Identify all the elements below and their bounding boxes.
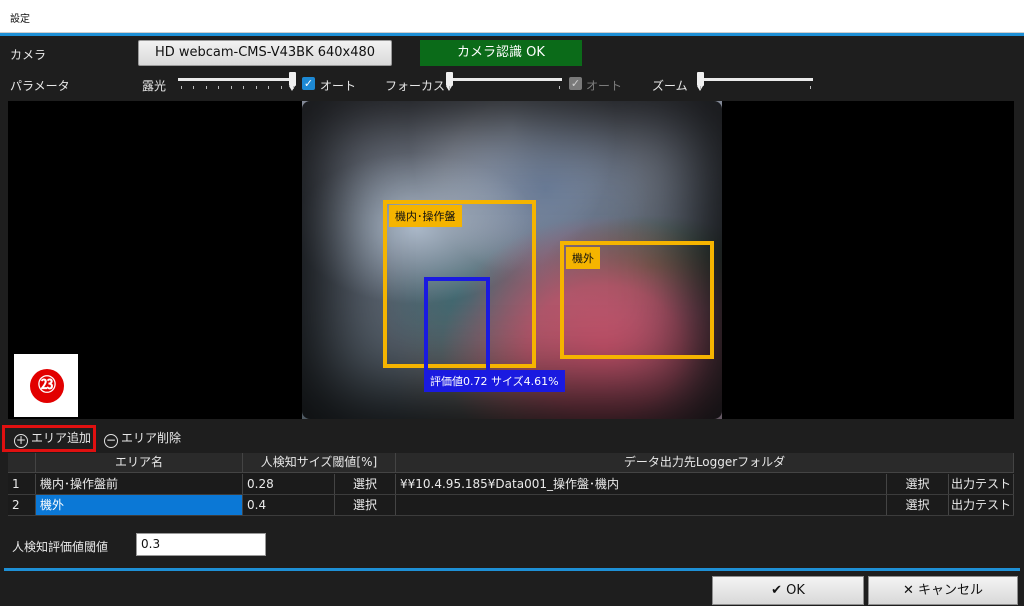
title-bar: 設定 (0, 0, 1024, 33)
row-number: 2 (8, 495, 36, 515)
remove-area-button[interactable]: − エリア削除 (102, 429, 181, 449)
slider-tick (700, 86, 701, 89)
step-number: ㉓ (30, 369, 64, 403)
slider-tick (206, 86, 207, 89)
threshold-select-button[interactable]: 選択 (335, 474, 396, 494)
slider-tick (218, 86, 219, 89)
slider-tick (193, 86, 194, 89)
zoom-label: ズーム (652, 79, 688, 93)
output-test-button[interactable]: 出力テスト (949, 474, 1014, 494)
slider-tick (268, 86, 269, 89)
accent-divider-bottom (4, 568, 1020, 571)
threshold-cell[interactable]: 0.28 (243, 474, 335, 494)
area-name-cell[interactable]: 機外 (36, 495, 243, 515)
zoom-slider-track (697, 78, 813, 81)
slider-tick (449, 86, 450, 89)
folder-select-button[interactable]: 選択 (887, 474, 949, 494)
table-row[interactable]: 2 機外 0.4 選択 選択 出力テスト (8, 495, 1014, 516)
eval-threshold-label: 人検知評価値閾値 (12, 540, 109, 554)
table-header-threshold[interactable]: 人検知サイズ閾値[%] (243, 453, 396, 473)
zoom-slider-thumb[interactable] (697, 72, 704, 91)
camera-device-button[interactable]: HD webcam-CMS-V43BK 640x480 (138, 40, 392, 66)
slider-tick (243, 86, 244, 89)
slider-tick (559, 86, 560, 89)
area-table: エリア名 人検知サイズ閾値[%] データ出力先Loggerフォルダ 1 機内･操… (8, 453, 1014, 516)
exposure-auto-checkbox[interactable]: ✓ (302, 77, 315, 90)
focus-slider[interactable] (446, 72, 562, 91)
ok-label: OK (786, 583, 805, 598)
logger-folder-cell[interactable] (396, 495, 887, 515)
accent-divider-top (0, 33, 1024, 36)
exposure-label: 露光 (142, 79, 167, 93)
area-label-outside: 機外 (566, 247, 600, 269)
x-icon: ✕ (902, 583, 914, 598)
threshold-select-button[interactable]: 選択 (335, 495, 396, 515)
slider-tick (181, 86, 182, 89)
step-number-badge: ㉓ (14, 354, 78, 417)
plus-circle-icon: + (14, 433, 28, 448)
row-number: 1 (8, 474, 36, 494)
slider-tick (293, 86, 294, 89)
exposure-slider-thumb[interactable] (289, 72, 296, 91)
area-label-machine-panel: 機内･操作盤 (389, 205, 462, 227)
ok-button[interactable]: ✔ OK (712, 576, 864, 605)
remove-area-label: エリア削除 (121, 431, 182, 445)
zoom-slider[interactable] (697, 72, 813, 91)
exposure-auto-label: オート (320, 79, 357, 93)
logger-folder-cell[interactable]: ¥¥10.4.95.185¥Data001_操作盤･機内 (396, 474, 887, 494)
cancel-label: キャンセル (918, 583, 984, 598)
focus-label: フォーカス (385, 79, 446, 93)
focus-auto-checkbox: ✓ (569, 77, 582, 90)
table-row[interactable]: 1 機内･操作盤前 0.28 選択 ¥¥10.4.95.185¥Data001_… (8, 474, 1014, 495)
camera-status-badge: カメラ認識 OK (420, 40, 582, 66)
folder-select-button[interactable]: 選択 (887, 495, 949, 515)
table-header-area-name[interactable]: エリア名 (36, 453, 243, 473)
check-icon: ✔ (771, 583, 782, 598)
exposure-slider[interactable] (178, 72, 296, 91)
table-header-logger-folder[interactable]: データ出力先Loggerフォルダ (396, 453, 1014, 473)
area-name-cell[interactable]: 機内･操作盤前 (36, 474, 243, 494)
add-area-label: エリア追加 (31, 431, 92, 445)
cancel-button[interactable]: ✕ キャンセル (868, 576, 1018, 605)
eval-threshold-input[interactable]: 0.3 (136, 533, 266, 556)
slider-tick (810, 86, 811, 89)
threshold-cell[interactable]: 0.4 (243, 495, 335, 515)
slider-tick (256, 86, 257, 89)
window-title: 設定 (10, 14, 30, 25)
output-test-button[interactable]: 出力テスト (949, 495, 1014, 515)
focus-slider-track (446, 78, 562, 81)
slider-tick (231, 86, 232, 89)
focus-auto-label: オート (586, 79, 623, 93)
exposure-slider-track (178, 78, 296, 81)
camera-label: カメラ (10, 48, 47, 62)
table-header-index (8, 453, 36, 473)
minus-circle-icon: − (104, 433, 118, 448)
person-detection-label: 評価値0.72 サイズ4.61% (424, 370, 565, 392)
focus-slider-thumb[interactable] (446, 72, 453, 91)
parameter-label: パラメータ (10, 79, 70, 93)
slider-tick (281, 86, 282, 89)
add-area-button[interactable]: + エリア追加 (12, 429, 91, 449)
